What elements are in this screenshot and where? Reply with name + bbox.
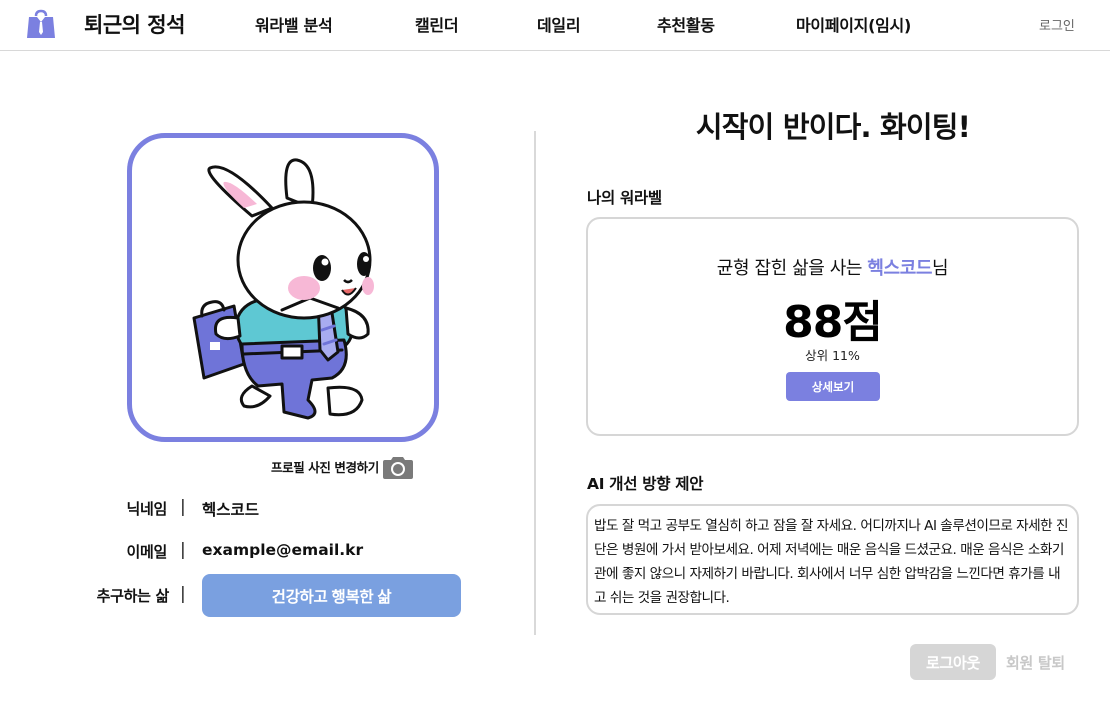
wlb-line-suffix: 님 [932, 258, 949, 279]
bunny-office-worker-illustration [192, 158, 374, 420]
nav-item-mypage[interactable]: 마이페이지(임시) [796, 12, 911, 36]
ai-suggestion-text: 밥도 잘 먹고 공부도 열심히 하고 잠을 잘 자세요. 어디까지나 AI 솔루… [586, 504, 1079, 615]
life-goal-button[interactable]: 건강하고 행복한 삶 [202, 574, 461, 617]
nav-item-wlb-analysis[interactable]: 워라밸 분석 [255, 12, 333, 36]
email-label: 이메일 [126, 543, 167, 561]
nav-item-recommended-activities[interactable]: 추천활동 [657, 12, 715, 36]
nickname-label: 닉네임 [126, 500, 167, 518]
login-link[interactable]: 로그인 [1039, 15, 1075, 34]
nickname-separator: | [180, 497, 186, 517]
email-separator: | [180, 540, 186, 560]
nickname-value: 헥스코드 [202, 501, 260, 519]
camera-icon[interactable] [382, 454, 413, 479]
wlb-detail-button[interactable]: 상세보기 [786, 372, 880, 401]
wlb-user-name: 헥스코드 [867, 258, 933, 279]
life-goal-separator: | [180, 584, 186, 604]
change-profile-photo-button[interactable]: 프로필 사진 변경하기 [271, 454, 413, 479]
change-profile-photo-label: 프로필 사진 변경하기 [271, 460, 379, 475]
my-wlb-section-title: 나의 워라벨 [587, 189, 662, 207]
nav-item-daily[interactable]: 데일리 [537, 12, 581, 36]
top-navigation-bar: 퇴근의 정석 워라밸 분석 캘린더 데일리 추천활동 마이페이지(임시) 로그인 [0, 0, 1110, 51]
nav-item-calendar[interactable]: 캘린더 [415, 12, 459, 36]
logout-button[interactable]: 로그아웃 [910, 644, 996, 680]
ai-suggestion-section-title: AI 개선 방향 제안 [587, 475, 704, 493]
wlb-rank: 상위 11% [805, 348, 860, 363]
wlb-line-prefix: 균형 잡힌 삶을 사는 [716, 258, 868, 279]
wlb-score: 88점 [783, 297, 883, 348]
profile-avatar [127, 133, 439, 442]
briefcase-logo-icon[interactable] [24, 7, 58, 41]
column-divider [534, 131, 536, 635]
wlb-summary-line: 균형 잡힌 삶을 사는 헥스코드님 [588, 254, 1077, 280]
motivation-headline: 시작이 반이다. 화이팅! [695, 110, 971, 144]
brand-title[interactable]: 퇴근의 정석 [84, 9, 185, 39]
wlb-score-card: 균형 잡힌 삶을 사는 헥스코드님 88점 상위 11% 상세보기 [586, 217, 1079, 436]
withdraw-membership-link[interactable]: 회원 탈퇴 [1006, 652, 1065, 673]
email-value: example@email.kr [202, 541, 364, 559]
life-goal-label: 추구하는 삶 [96, 587, 170, 605]
